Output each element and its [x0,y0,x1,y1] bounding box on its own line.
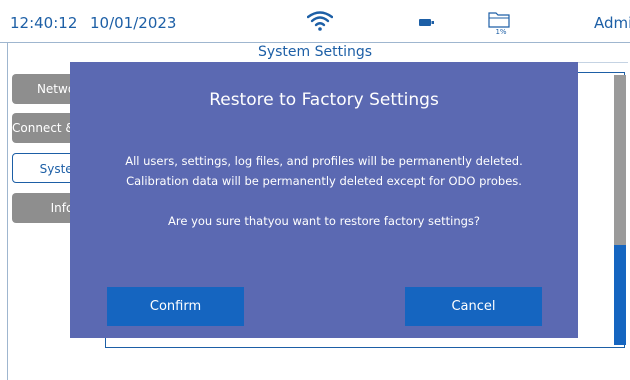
scrollbar-track-upper [614,75,626,245]
cancel-button[interactable]: Cancel [405,287,542,326]
dialog-warning-line-2: Calibration data will be permanently del… [126,174,522,188]
dialog-question: Are you sure thatyou want to restore fac… [168,214,480,228]
left-border [7,42,8,380]
scrollbar[interactable] [614,75,626,345]
page-title: System Settings [257,44,373,60]
dialog-warning-line-1: All users, settings, log files, and prof… [125,154,523,168]
clock-time: 12:40:12 [10,14,78,32]
restore-factory-dialog: Restore to Factory Settings All users, s… [70,62,578,338]
dialog-title: Restore to Factory Settings [209,90,439,110]
confirm-button[interactable]: Confirm [107,287,244,326]
storage-percent: 1% [495,28,507,36]
current-date: 10/01/2023 [90,14,177,32]
wifi-icon [307,11,333,31]
user-name[interactable]: Admin [594,14,630,32]
scrollbar-thumb[interactable] [614,245,626,345]
status-bar: 12:40:12 10/01/2023 1% Admin [0,0,630,43]
battery-icon [419,19,434,26]
